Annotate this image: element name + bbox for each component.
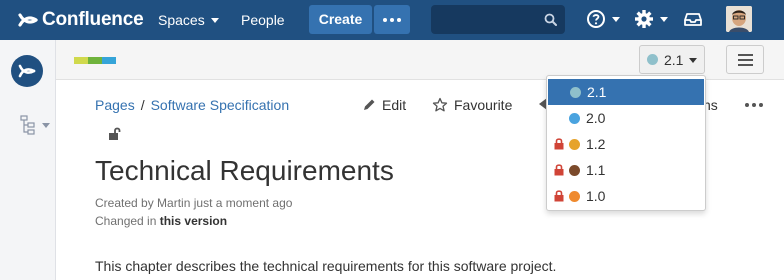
chevron-down-icon [689,57,698,63]
notifications-button[interactable] [683,9,703,29]
changed-prefix: Changed in [95,214,157,228]
page-tree-icon [20,115,35,135]
unlock-icon [109,127,121,140]
logo-text: Confluence [42,9,144,30]
version-item-label: 1.1 [586,162,606,178]
colorbar-segment [102,57,116,64]
page-tree-toggle[interactable] [20,115,50,135]
chevron-down-icon [210,18,219,23]
version-selector-button[interactable]: 2.1 [639,45,705,74]
breadcrumb: Pages / Software Specification [95,97,289,113]
search-input[interactable] [431,5,565,34]
version-item-1-2[interactable]: 1.2 [547,131,705,157]
favourite-button[interactable]: Favourite [432,97,512,113]
space-colorbar [74,57,116,64]
space-logo[interactable] [11,55,43,87]
top-navigation: Confluence Spaces People Create [0,0,784,40]
edit-button[interactable]: Edit [362,97,406,113]
star-icon [432,97,448,112]
create-button[interactable]: Create [309,5,372,34]
version-dot [647,54,658,65]
space-logo-icon [18,64,36,78]
search-icon [544,13,557,26]
menu-button[interactable] [726,45,764,74]
user-avatar-icon [726,6,752,32]
confluence-logo[interactable]: Confluence [18,9,144,31]
version-dot [569,138,580,150]
version-item-label: 1.2 [586,136,606,152]
changed-version-link[interactable]: this version [160,214,227,228]
version-dot [570,86,581,98]
version-dot [569,112,580,124]
more-icon [745,103,749,107]
created-time: just a moment ago [193,196,293,210]
notifications-icon [684,13,702,26]
avatar[interactable] [726,6,752,32]
padlock-icon [554,164,564,176]
breadcrumb-software-specification[interactable]: Software Specification [151,97,290,113]
people-label: People [241,12,285,28]
page-body-text: This chapter describes the technical req… [95,258,557,274]
create-more-button[interactable] [374,5,410,34]
chevron-down-icon [42,123,50,128]
page-created-meta: Created by Martin just a moment ago [95,196,292,210]
version-dropdown: 2.1 2.0 1.2 1.1 1.0 [546,75,706,211]
page-changed-meta: Changed in this version [95,214,227,228]
left-sidebar [0,40,56,280]
gear-icon [635,10,653,28]
more-actions-button[interactable] [745,103,763,107]
hamburger-icon [737,53,753,56]
spaces-label: Spaces [158,12,205,28]
favourite-label: Favourite [454,97,513,113]
breadcrumb-pages[interactable]: Pages [95,97,135,113]
author-link[interactable]: Martin [157,196,190,210]
edit-label: Edit [382,97,407,113]
padlock-icon [554,138,564,150]
version-dot [569,164,580,176]
version-item-1-1[interactable]: 1.1 [547,157,705,183]
page-title: Technical Requirements [95,155,394,186]
spaces-menu[interactable]: Spaces [158,12,219,28]
version-dot [569,190,580,202]
chevron-down-icon [612,17,620,22]
colorbar-segment [74,57,88,64]
chevron-down-icon [660,17,668,22]
breadcrumb-separator: / [140,97,145,113]
version-item-label: 2.0 [586,110,606,126]
created-prefix: Created by [95,196,154,210]
space-header: 2.1 [56,40,784,80]
help-menu[interactable] [586,9,620,29]
restrictions-button[interactable] [108,127,122,146]
people-link[interactable]: People [241,12,285,28]
confluence-logo-icon [18,13,38,27]
version-item-2-0[interactable]: 2.0 [547,105,705,131]
settings-menu[interactable] [634,9,668,29]
version-item-label: 2.1 [587,84,607,100]
help-icon [587,10,605,28]
version-label: 2.1 [664,51,684,68]
version-item-1-0[interactable]: 1.0 [547,183,705,209]
version-item-label: 1.0 [586,188,606,204]
version-item-2-1[interactable]: 2.1 [548,79,704,105]
colorbar-segment [88,57,102,64]
padlock-icon [554,190,564,202]
pencil-icon [364,99,375,110]
